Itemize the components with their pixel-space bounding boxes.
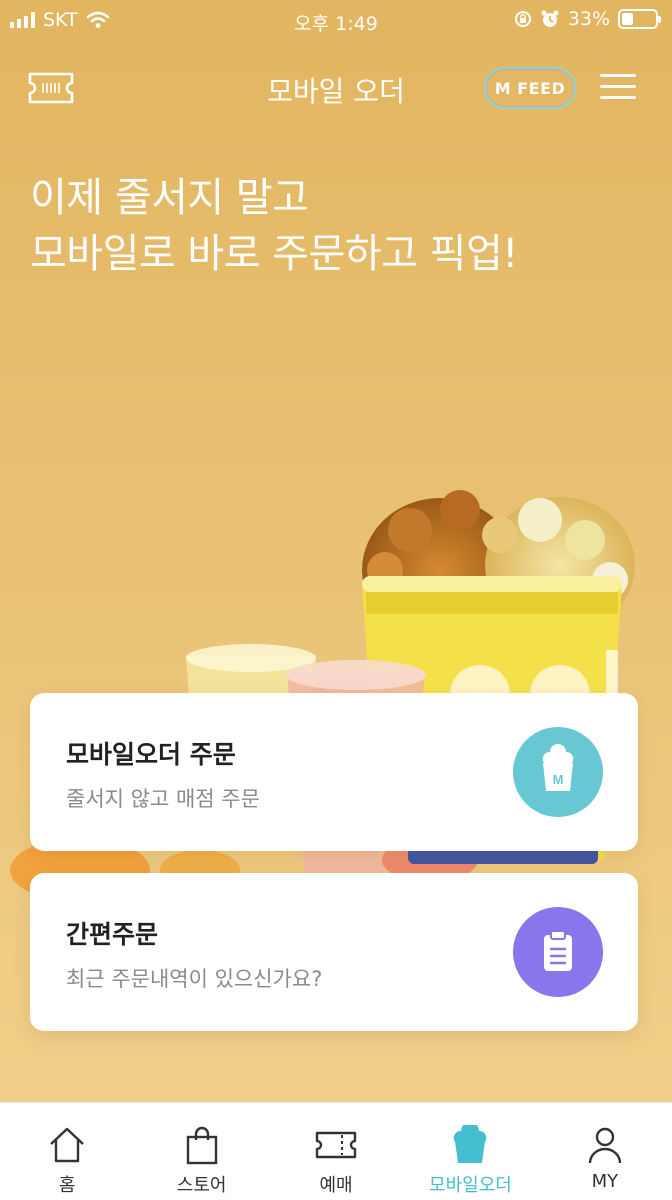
- battery-icon: [618, 9, 661, 29]
- card-title: 모바일오더 주문: [66, 740, 236, 769]
- person-icon: [588, 1127, 622, 1164]
- hero-line-1: 이제 줄서지 말고: [30, 175, 309, 221]
- hero-headline: 이제 줄서지 말고 모바일로 바로 주문하고 픽업!: [30, 170, 518, 282]
- tab-label: 스토어: [176, 1175, 227, 1196]
- tab-home[interactable]: 홈: [0, 1103, 134, 1200]
- home-icon: [50, 1127, 85, 1163]
- card-subtitle: 최근 주문내역이 있으신가요?: [66, 967, 323, 991]
- app-header: 모바일 오더 M FEED: [0, 60, 672, 116]
- tab-store[interactable]: 스토어: [134, 1103, 268, 1200]
- card-title: 간편주문: [66, 920, 159, 949]
- card-subtitle: 줄서지 않고 매점 주문: [66, 787, 260, 811]
- tab-label: MY: [591, 1171, 619, 1192]
- hero-line-2: 모바일로 바로 주문하고 픽업!: [30, 231, 518, 277]
- bottom-tab-bar: 홈 스토어 예매 모바일오더 MY: [0, 1102, 672, 1200]
- battery-percent: 33%: [567, 8, 610, 30]
- hamburger-menu-icon[interactable]: [600, 74, 636, 102]
- orientation-lock-icon: [514, 11, 531, 27]
- tab-booking[interactable]: 예매: [269, 1103, 403, 1200]
- tab-label: 예매: [319, 1175, 353, 1196]
- shopping-bag-icon: [186, 1126, 217, 1165]
- tab-my[interactable]: MY: [538, 1103, 672, 1200]
- popcorn-icon: [454, 1125, 487, 1163]
- mobile-order-card[interactable]: 모바일오더 주문 줄서지 않고 매점 주문 M: [30, 693, 638, 851]
- svg-text:M: M: [553, 772, 564, 787]
- alarm-icon: [541, 10, 559, 27]
- quick-order-card[interactable]: 간편주문 최근 주문내역이 있으신가요?: [30, 873, 638, 1031]
- tab-label: 홈: [58, 1175, 76, 1196]
- tab-mobile-order[interactable]: 모바일오더: [403, 1103, 537, 1200]
- tab-label: 모바일오더: [429, 1175, 512, 1196]
- m-feed-button[interactable]: M FEED: [484, 67, 576, 109]
- popcorn-m-icon: M: [513, 727, 603, 817]
- status-bar: SKT 오후 1:49 33%: [0, 0, 672, 40]
- clipboard-icon: [513, 907, 603, 997]
- ticket-icon: [315, 1131, 357, 1159]
